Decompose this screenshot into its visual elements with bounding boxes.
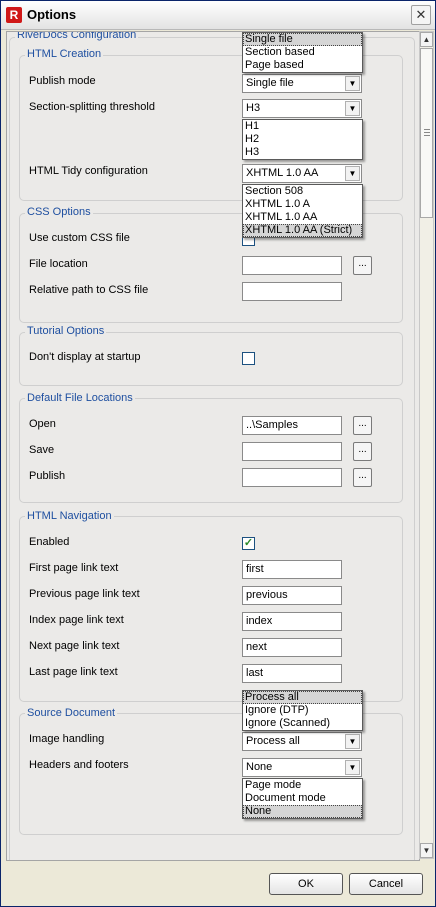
chevron-down-icon[interactable]: ▼ <box>345 760 360 775</box>
next-link-label: Next page link text <box>29 640 120 652</box>
title-bar: R Options ✕ <box>1 1 435 30</box>
scroll-up-icon[interactable]: ▲ <box>420 32 433 47</box>
section-threshold-label: Section-splitting threshold <box>29 101 155 113</box>
dropdown-option[interactable]: H3 <box>243 146 362 159</box>
riverdocs-app-icon: R <box>6 7 22 23</box>
default-locations-group <box>19 398 403 503</box>
chevron-down-icon[interactable]: ▼ <box>345 166 360 181</box>
image-handling-dropdown: Process all Ignore (DTP) Ignore (Scanned… <box>242 690 363 731</box>
first-link-label: First page link text <box>29 562 119 574</box>
dropdown-option[interactable]: Ignore (DTP) <box>243 704 362 717</box>
tidy-config-select[interactable]: XHTML 1.0 AA ▼ <box>242 164 362 183</box>
chevron-down-icon[interactable]: ▼ <box>345 76 360 91</box>
image-handling-value: Process all <box>246 735 300 747</box>
css-options-title: CSS Options <box>25 206 93 218</box>
save-browse-button[interactable]: ... <box>353 442 372 461</box>
dropdown-option[interactable]: H1 <box>243 120 362 133</box>
publish-label: Publish <box>29 470 66 482</box>
save-label: Save <box>29 444 55 456</box>
publish-browse-button[interactable]: ... <box>353 468 372 487</box>
save-path-input[interactable] <box>242 442 342 461</box>
html-navigation-title: HTML Navigation <box>25 510 114 522</box>
headers-footers-label: Headers and footers <box>29 759 129 771</box>
file-location-input[interactable] <box>242 256 342 275</box>
previous-link-label: Previous page link text <box>29 588 140 600</box>
headers-footers-dropdown: Page mode Document mode None <box>242 778 363 819</box>
headers-footers-value: None <box>246 761 273 773</box>
relative-path-label: Relative path to CSS file <box>29 284 149 296</box>
open-browse-button[interactable]: ... <box>353 416 372 435</box>
config-panel: RiverDocs Configuration HTML Creation Pu… <box>6 31 420 861</box>
tidy-config-dropdown: Section 508 XHTML 1.0 A XHTML 1.0 AA XHT… <box>242 184 363 238</box>
default-locations-title: Default File Locations <box>25 392 135 404</box>
image-handling-select[interactable]: Process all ▼ <box>242 732 362 751</box>
scrollbar-thumb[interactable] <box>420 48 433 218</box>
dropdown-option[interactable]: XHTML 1.0 AA <box>243 211 362 224</box>
dropdown-option[interactable]: Page based <box>243 59 362 72</box>
window-title: Options <box>27 7 77 22</box>
publish-path-input[interactable] <box>242 468 342 487</box>
tidy-config-value: XHTML 1.0 AA <box>246 167 319 179</box>
dropdown-option[interactable]: Section based <box>243 46 362 59</box>
index-link-input[interactable]: index <box>242 612 342 631</box>
cancel-button[interactable]: Cancel <box>349 873 423 895</box>
dont-display-label: Don't display at startup <box>29 351 141 363</box>
source-document-title: Source Document <box>25 707 118 719</box>
image-handling-label: Image handling <box>29 733 105 745</box>
chevron-down-icon[interactable]: ▼ <box>345 101 360 116</box>
ok-button[interactable]: OK <box>269 873 343 895</box>
dropdown-option[interactable]: XHTML 1.0 A <box>243 198 362 211</box>
grip-icon <box>424 135 430 136</box>
last-link-input[interactable]: last <box>242 664 342 683</box>
file-location-browse-button[interactable]: ... <box>353 256 372 275</box>
index-link-label: Index page link text <box>29 614 124 626</box>
html-creation-title: HTML Creation <box>25 48 104 60</box>
last-link-label: Last page link text <box>29 666 118 678</box>
section-threshold-dropdown: H1 H2 H3 <box>242 119 363 160</box>
dont-display-checkbox[interactable] <box>242 352 255 365</box>
grip-icon <box>424 129 430 130</box>
relative-path-input[interactable] <box>242 282 342 301</box>
next-link-input[interactable]: next <box>242 638 342 657</box>
dropdown-option[interactable]: Ignore (Scanned) <box>243 717 362 730</box>
headers-footers-select[interactable]: None ▼ <box>242 758 362 777</box>
tutorial-options-title: Tutorial Options <box>25 325 107 337</box>
dropdown-option[interactable]: XHTML 1.0 AA (Strict) <box>243 224 362 237</box>
section-threshold-select[interactable]: H3 ▼ <box>242 99 362 118</box>
config-title: RiverDocs Configuration <box>15 31 139 41</box>
grip-icon <box>424 132 430 133</box>
dropdown-option[interactable]: Single file <box>243 33 362 46</box>
enabled-label: Enabled <box>29 536 70 548</box>
publish-mode-dropdown: Single file Section based Page based <box>242 32 363 73</box>
vertical-scrollbar[interactable]: ▲ ▼ <box>419 31 434 859</box>
enabled-checkbox[interactable]: ✓ <box>242 537 255 550</box>
publish-mode-select[interactable]: Single file ▼ <box>242 74 362 93</box>
publish-mode-value: Single file <box>246 77 294 89</box>
use-custom-css-label: Use custom CSS file <box>29 232 130 244</box>
dropdown-option[interactable]: Process all <box>243 691 362 704</box>
publish-mode-label: Publish mode <box>29 75 96 87</box>
dropdown-option[interactable]: Section 508 <box>243 185 362 198</box>
options-window: R Options ✕ RiverDocs Configuration HTML… <box>0 0 436 907</box>
dropdown-option[interactable]: Page mode <box>243 779 362 792</box>
tidy-config-label: HTML Tidy configuration <box>29 165 148 177</box>
dropdown-option[interactable]: Document mode <box>243 792 362 805</box>
first-link-input[interactable]: first <box>242 560 342 579</box>
dropdown-option[interactable]: None <box>243 805 362 818</box>
dropdown-option[interactable]: H2 <box>243 133 362 146</box>
open-label: Open <box>29 418 56 430</box>
scroll-down-icon[interactable]: ▼ <box>420 843 433 858</box>
close-button[interactable]: ✕ <box>411 5 431 25</box>
open-path-input[interactable]: ..\Samples <box>242 416 342 435</box>
chevron-down-icon[interactable]: ▼ <box>345 734 360 749</box>
previous-link-input[interactable]: previous <box>242 586 342 605</box>
file-location-label: File location <box>29 258 88 270</box>
section-threshold-value: H3 <box>246 102 261 114</box>
